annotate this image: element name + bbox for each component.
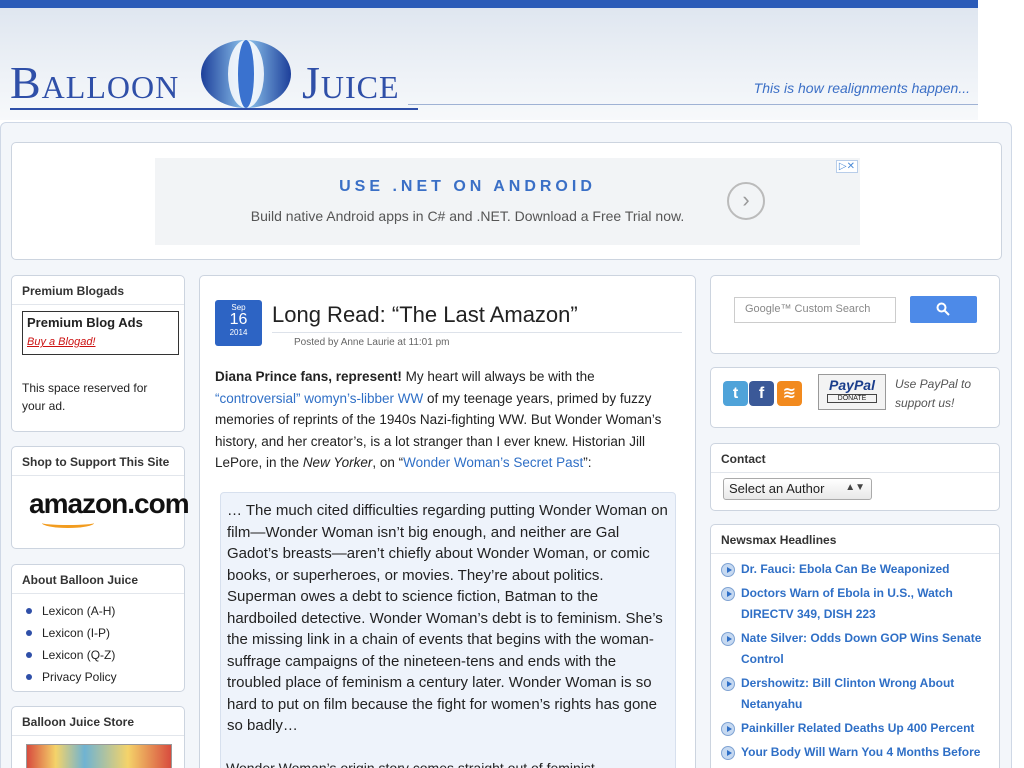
post-magazine: New Yorker <box>302 455 373 470</box>
post-text: My heart will always be with the <box>401 369 595 384</box>
play-circle-icon <box>721 587 735 601</box>
post-lead: Diana Prince fans, represent! <box>215 369 402 384</box>
news-list: Dr. Fauci: Ebola Can Be Weaponized Docto… <box>711 554 999 763</box>
search-button[interactable] <box>910 296 977 323</box>
logo-text-left: Balloon <box>10 57 180 108</box>
rss-icon[interactable]: ≋ <box>777 381 802 406</box>
news-item[interactable]: Dr. Fauci: Ebola Can Be Weaponized <box>721 559 999 580</box>
about-link-lexicon-a-h[interactable]: Lexicon (A-H) <box>22 600 184 622</box>
play-circle-icon <box>721 677 735 691</box>
reserved-text: This space reserved for your ad. <box>22 381 148 413</box>
post-title[interactable]: Long Read: “The Last Amazon” <box>272 302 578 328</box>
post-body: Diana Prince fans, represent! My heart w… <box>215 366 680 474</box>
widget-title: Newsmax Headlines <box>711 525 999 554</box>
play-circle-icon <box>721 722 735 736</box>
logo-underline <box>10 108 418 110</box>
play-circle-icon <box>721 632 735 646</box>
widget-title: About Balloon Juice <box>12 565 184 594</box>
about-list: Lexicon (A-H) Lexicon (I-P) Lexicon (Q-Z… <box>12 594 184 688</box>
about-link-lexicon-q-z[interactable]: Lexicon (Q-Z) <box>22 644 184 666</box>
chevron-right-icon[interactable]: › <box>727 182 765 220</box>
ad-banner[interactable]: USE .NET ON ANDROID Build native Android… <box>155 158 860 245</box>
paypal-logo: PayPal <box>829 377 875 393</box>
ad-choices-icon[interactable]: ▷✕ <box>835 160 858 173</box>
post-next-paragraph: Wonder Woman’s origin story comes straig… <box>226 760 595 768</box>
paypal-donate-label: DONATE <box>827 394 877 403</box>
top-bar <box>0 0 978 8</box>
site-header: Balloon Juice This is how realignments h… <box>0 8 978 120</box>
news-item[interactable]: Painkiller Related Deaths Up 400 Percent <box>721 718 999 739</box>
search-input[interactable]: Google™ Custom Search <box>734 297 896 323</box>
news-headline: Your Body Will Warn You 4 Months Before <box>741 745 981 759</box>
widget-search: Google™ Custom Search <box>710 275 1000 354</box>
post-byline: Posted by Anne Laurie at 11:01 pm <box>294 337 450 348</box>
balloon-icon <box>201 40 291 108</box>
paypal-donate-button[interactable]: PayPal DONATE <box>818 374 886 410</box>
news-headline: Dr. Fauci: Ebola Can Be Weaponized <box>741 562 950 576</box>
post-link-secret-past[interactable]: Wonder Woman’s Secret Past <box>403 455 583 470</box>
news-item[interactable]: Dershowitz: Bill Clinton Wrong About Net… <box>721 673 999 715</box>
widget-about: About Balloon Juice Lexicon (A-H) Lexico… <box>11 564 185 692</box>
widget-newsmax: Newsmax Headlines Dr. Fauci: Ebola Can B… <box>710 524 1000 768</box>
news-headline: Painkiller Related Deaths Up 400 Percent <box>741 721 975 735</box>
post-link-womyns-libber[interactable]: “controversial” womyn’s-libber WW <box>215 391 423 406</box>
author-select-value: Select an Author <box>729 481 825 496</box>
search-icon <box>936 302 950 316</box>
ad-subtitle: Build native Android apps in C# and .NET… <box>250 208 685 224</box>
widget-contact: Contact Select an Author ▲▼ <box>710 443 1000 511</box>
play-circle-icon <box>721 563 735 577</box>
widget-shop: Shop to Support This Site amazon.com <box>11 446 190 549</box>
buy-blogad-link[interactable]: Buy a Blogad! <box>27 336 174 348</box>
post-date-year: 2014 <box>229 328 248 337</box>
news-headline: Doctors Warn of Ebola in U.S., Watch DIR… <box>741 586 953 621</box>
site-tagline: This is how realignments happen... <box>753 80 970 96</box>
post-date-day: 16 <box>229 311 248 328</box>
widget-title: Balloon Juice Store <box>12 707 184 736</box>
amazon-logo[interactable]: amazon.com <box>12 476 190 520</box>
news-item[interactable]: Doctors Warn of Ebola in U.S., Watch DIR… <box>721 583 999 625</box>
widget-social: t f ≋ PayPal DONATE Use PayPal to suppor… <box>710 367 1000 428</box>
tagline-divider <box>408 104 978 105</box>
facebook-icon[interactable]: f <box>749 381 774 406</box>
post-date-badge: Sep 16 2014 <box>215 300 262 346</box>
widget-title: Shop to Support This Site <box>12 447 184 476</box>
widget-premium-blogads: Premium Blogads Premium Blog Ads Buy a B… <box>11 275 185 432</box>
blogad-box: Premium Blog Ads Buy a Blogad! <box>22 311 179 355</box>
play-circle-icon <box>721 746 735 760</box>
post-article: Sep 16 2014 Long Read: “The Last Amazon”… <box>199 275 696 768</box>
widget-store: Balloon Juice Store <box>11 706 185 768</box>
post-title-divider <box>272 332 682 333</box>
ad-title: USE .NET ON ANDROID <box>339 178 596 195</box>
store-image[interactable] <box>26 744 172 768</box>
widget-title: Contact <box>711 444 999 473</box>
widget-title: Premium Blogads <box>12 276 184 305</box>
author-select[interactable]: Select an Author ▲▼ <box>723 478 872 500</box>
news-headline: Dershowitz: Bill Clinton Wrong About Net… <box>741 676 955 711</box>
about-link-lexicon-i-p[interactable]: Lexicon (I-P) <box>22 622 184 644</box>
news-item[interactable]: Your Body Will Warn You 4 Months Before <box>721 742 999 763</box>
paypal-text: Use PayPal to support us! <box>895 377 972 410</box>
chevron-updown-icon: ▲▼ <box>845 482 865 493</box>
news-item[interactable]: Nate Silver: Odds Down GOP Wins Senate C… <box>721 628 999 670</box>
post-text: ”: <box>583 455 592 470</box>
news-headline: Nate Silver: Odds Down GOP Wins Senate C… <box>741 631 982 666</box>
twitter-icon[interactable]: t <box>723 381 748 406</box>
post-text: , on “ <box>372 455 404 470</box>
post-blockquote: … The much cited difficulties regarding … <box>220 492 676 768</box>
logo-text-right: Juice <box>302 57 400 108</box>
blogad-title: Premium Blog Ads <box>27 315 143 330</box>
about-link-privacy-policy[interactable]: Privacy Policy <box>22 666 184 688</box>
ad-banner-container: USE .NET ON ANDROID Build native Android… <box>11 142 1002 260</box>
